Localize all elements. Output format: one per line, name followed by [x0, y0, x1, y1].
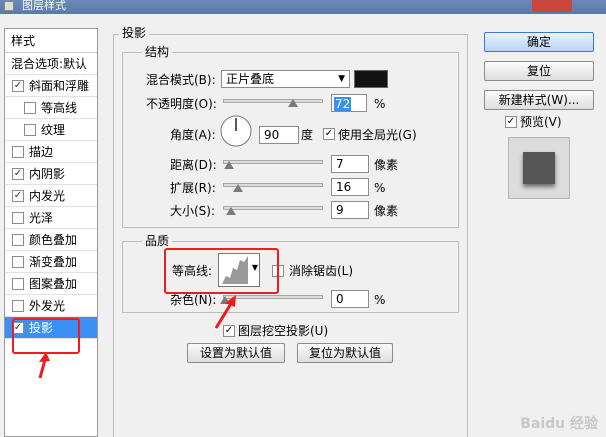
noise-input[interactable]: 0	[331, 290, 369, 308]
blend-mode-label: 混合模式(B):	[146, 73, 216, 87]
checkbox-icon[interactable]	[12, 256, 24, 268]
style-item-color-overlay[interactable]: 颜色叠加	[5, 229, 97, 251]
blend-mode-value: 正片叠底	[226, 72, 275, 86]
opacity-label: 不透明度(O):	[146, 97, 217, 111]
size-unit: 像素	[374, 204, 399, 218]
checkbox-icon[interactable]	[24, 102, 36, 114]
distance-label: 距离(D):	[170, 158, 217, 172]
spread-input[interactable]: 16	[331, 178, 369, 196]
distance-slider[interactable]	[223, 160, 323, 164]
knockout-label: 图层挖空投影(U)	[238, 324, 329, 338]
style-item-inner-glow[interactable]: ✓ 内发光	[5, 185, 97, 207]
title-bar: 图层样式	[0, 0, 606, 14]
style-item-pattern-overlay[interactable]: 图案叠加	[5, 273, 97, 295]
chevron-down-icon: ▼	[338, 74, 345, 84]
watermark: Baidu 经验	[520, 416, 598, 432]
knockout-checkbox[interactable]: ✓	[223, 325, 235, 337]
angle-input[interactable]: 90	[259, 126, 299, 144]
noise-label: 杂色(N):	[170, 293, 217, 307]
ok-button[interactable]: 确定	[484, 32, 594, 52]
highlight-box-drop-shadow	[12, 318, 80, 354]
distance-unit: 像素	[374, 158, 399, 172]
global-light-checkbox[interactable]: ✓	[323, 128, 335, 140]
style-item-bevel-emboss[interactable]: ✓ 斜面和浮雕	[5, 75, 97, 97]
blend-mode-select[interactable]: 正片叠底 ▼	[221, 70, 350, 88]
style-list-header: 样式	[5, 29, 97, 53]
angle-unit: 度	[301, 128, 314, 142]
spread-unit: %	[374, 181, 386, 195]
opacity-unit: %	[374, 97, 386, 111]
angle-dial-icon[interactable]	[219, 114, 253, 148]
noise-unit: %	[374, 293, 386, 307]
style-item-blending-options[interactable]: 混合选项:默认	[5, 53, 97, 75]
quality-title: 品质	[142, 234, 173, 248]
arrow-icon	[38, 352, 50, 379]
style-item-stroke[interactable]: 描边	[5, 141, 97, 163]
reset-default-button[interactable]: 复位为默认值	[297, 343, 393, 363]
opacity-slider-thumb[interactable]	[288, 99, 298, 107]
style-item-gradient-overlay[interactable]: 渐变叠加	[5, 251, 97, 273]
preview-checkbox[interactable]: ✓	[505, 116, 517, 128]
style-item-texture[interactable]: 纹理	[5, 119, 97, 141]
preview-shape	[523, 152, 555, 184]
size-slider-thumb[interactable]	[226, 207, 236, 215]
checkbox-icon[interactable]	[24, 124, 36, 136]
size-slider[interactable]	[223, 206, 323, 210]
size-label: 大小(S):	[170, 204, 216, 218]
size-input[interactable]: 9	[331, 201, 369, 219]
style-item-contour[interactable]: 等高线	[5, 97, 97, 119]
close-button[interactable]	[532, 0, 572, 12]
checkbox-icon[interactable]	[12, 212, 24, 224]
new-style-button[interactable]: 新建样式(W)...	[484, 90, 594, 110]
spread-slider-thumb[interactable]	[233, 184, 243, 192]
shadow-color-swatch[interactable]	[354, 70, 388, 88]
window-title: 图层样式	[22, 0, 66, 12]
reset-button[interactable]: 复位	[484, 61, 594, 81]
opacity-input[interactable]: 72	[331, 94, 367, 112]
style-item-satin[interactable]: 光泽	[5, 207, 97, 229]
distance-input[interactable]: 7	[331, 155, 369, 173]
angle-label: 角度(A):	[170, 128, 216, 142]
checkbox-icon[interactable]	[12, 146, 24, 158]
section-title: 投影	[119, 26, 150, 40]
preview-label: 预览(V)	[520, 115, 562, 129]
antialias-label: 消除锯齿(L)	[289, 264, 354, 278]
style-item-inner-shadow[interactable]: ✓ 内阴影	[5, 163, 97, 185]
highlight-box-contour	[164, 248, 279, 294]
preview-swatch	[508, 137, 570, 199]
photoshop-icon	[4, 1, 14, 11]
checkbox-icon[interactable]: ✓	[12, 190, 24, 202]
checkbox-icon[interactable]: ✓	[12, 168, 24, 180]
checkbox-icon[interactable]	[12, 300, 24, 312]
make-default-button[interactable]: 设置为默认值	[187, 343, 285, 363]
checkbox-icon[interactable]	[12, 234, 24, 246]
opacity-slider[interactable]	[223, 99, 323, 103]
checkbox-icon[interactable]: ✓	[12, 80, 24, 92]
global-light-label: 使用全局光(G)	[338, 128, 417, 142]
distance-slider-thumb[interactable]	[224, 161, 234, 169]
spread-label: 扩展(R):	[170, 181, 216, 195]
structure-title: 结构	[142, 45, 173, 59]
style-item-outer-glow[interactable]: 外发光	[5, 295, 97, 317]
checkbox-icon[interactable]	[12, 278, 24, 290]
